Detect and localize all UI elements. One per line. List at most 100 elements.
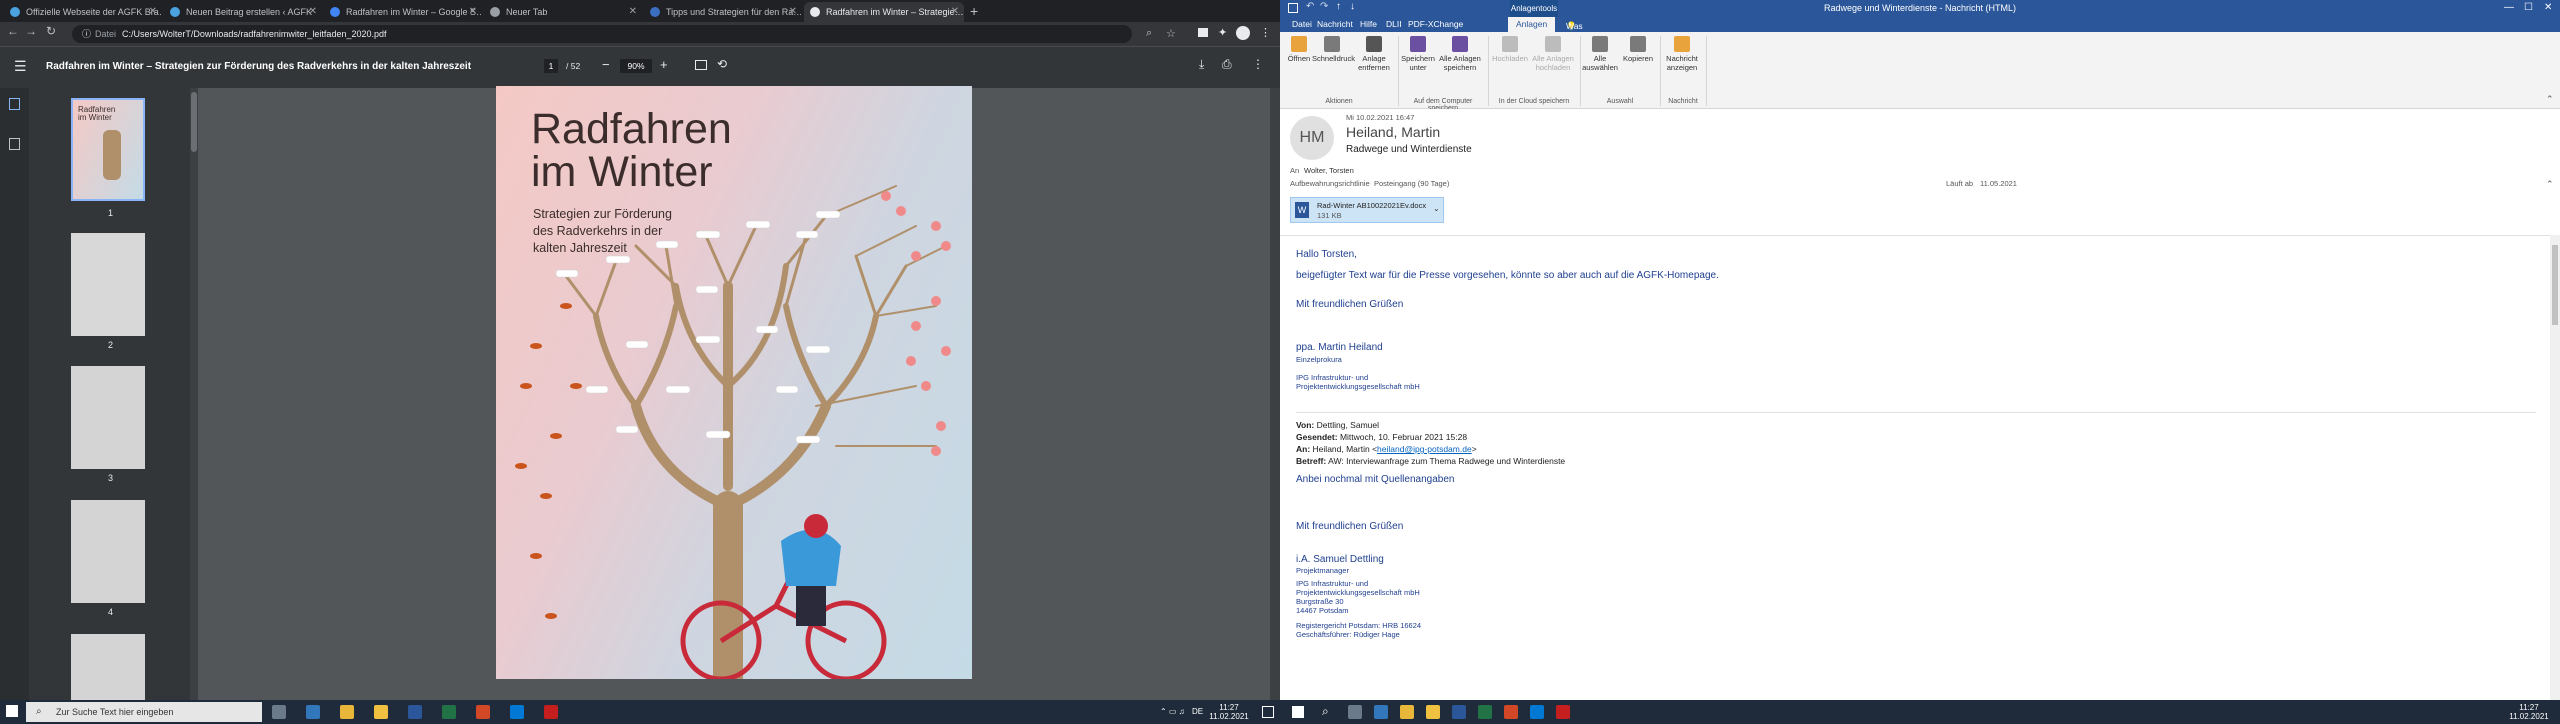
closing: Mit freundlichen Grüßen [1296,299,1404,310]
taskbar-clock[interactable]: 11:27 11.02.2021 [1204,703,1254,721]
select-all-button[interactable]: Alle auswählen [1582,34,1618,72]
notifications-icon[interactable] [1262,706,1274,718]
tab-anlagen[interactable]: Anlagen [1508,17,1556,32]
tab-dlii[interactable]: DLII [1386,19,1402,29]
back-icon[interactable]: ← [4,24,22,38]
open-button[interactable]: Öffnen [1286,34,1312,63]
attachment-chip[interactable]: W Rad-Winter AB10022021Ev.docx 131 KB ⌄ [1290,197,1444,223]
email-link[interactable]: heiland@ipg-potsdam.de [1377,444,1472,454]
reload-icon[interactable]: ↻ [42,24,60,38]
tab-hilfe[interactable]: Hilfe [1360,19,1377,29]
more-icon[interactable]: ⋮ [1252,57,1264,71]
search-icon[interactable]: ⌕ [1322,704,1329,719]
explorer-icon[interactable] [374,705,388,719]
new-tab-button[interactable]: + [970,3,978,19]
scrollbar-thumb[interactable] [191,92,197,152]
tab-pdf-xchange[interactable]: PDF-XChange [1408,19,1463,29]
download-icon[interactable]: ⤓ [1199,57,1204,72]
powerpoint-icon[interactable] [1504,705,1518,719]
close-icon[interactable]: ✕ [2544,2,2552,13]
address-bar[interactable]: ⓘ Datei C:/Users/WolterT/Downloads/radfahr… [72,25,1132,43]
profile-avatar[interactable] [1236,26,1250,40]
close-icon[interactable]: ✕ [789,2,797,22]
excel-icon[interactable] [1478,705,1492,719]
powerpoint-icon[interactable] [476,705,490,719]
close-icon[interactable]: ✕ [469,2,477,22]
maximize-icon[interactable]: ☐ [2524,2,2533,13]
rotate-icon[interactable]: ⟲ [717,57,727,71]
tab-nachricht[interactable]: Nachricht [1317,19,1353,29]
extension-icon[interactable] [1198,28,1208,37]
chevron-down-icon[interactable]: ⌄ [1433,204,1440,213]
fit-page-icon[interactable] [695,60,707,70]
thumbnail-page[interactable] [71,500,145,603]
forward-icon[interactable]: → [22,24,40,38]
chrome-icon[interactable] [1400,705,1414,719]
minimize-icon[interactable]: — [2504,2,2514,13]
outlook-icon[interactable] [1530,705,1544,719]
quoted-sent: Gesendet: Mittwoch, 10. Februar 2021 15:… [1296,432,1467,442]
explorer-icon[interactable] [1426,705,1440,719]
page-number-input[interactable]: 1 [544,59,558,73]
print-icon[interactable]: ⎙ [1222,57,1232,72]
zoom-icon[interactable]: ⌕ [1146,27,1152,40]
star-icon[interactable]: ☆ [1166,27,1176,40]
pdf-app-icon[interactable] [544,705,558,719]
to-value[interactable]: Wolter, Torsten [1304,166,1354,175]
zoom-in-icon[interactable]: + [660,57,668,72]
collapse-header-icon[interactable]: ⌃ [2546,179,2554,190]
save-all-attachments-button[interactable]: Alle Anlagen speichern [1436,34,1484,72]
browser-tab[interactable]: Offizielle Webseite der AGFK Bra… ✕ [4,2,162,22]
save-as-button[interactable]: Speichern unter [1400,34,1436,72]
thumbnail-page[interactable]: Radfahren im Winter [71,98,145,201]
puzzle-icon[interactable]: ✦ [1218,26,1227,39]
windows-start-icon[interactable] [6,705,18,717]
copy-button[interactable]: Kopieren [1620,34,1656,63]
browser-tab[interactable]: Neuer Tab ✕ [484,2,642,22]
close-icon[interactable]: ✕ [309,2,317,22]
thumbnail-page[interactable] [71,233,145,336]
taskbar-search[interactable]: ⌕ Zur Suche Text hier eingeben [26,702,262,722]
remove-attachment-button[interactable]: Anlage entfernen [1356,34,1392,72]
browser-tab[interactable]: Tipps und Strategien für den Ra… ✕ [644,2,802,22]
show-message-button[interactable]: Nachricht anzeigen [1662,34,1702,72]
quick-print-button[interactable]: Schnelldruck [1312,34,1355,63]
close-icon[interactable]: ✕ [629,2,637,22]
outlook-icon[interactable] [510,705,524,719]
chrome-icon[interactable] [340,705,354,719]
tray-icons[interactable]: ⌃ ▭ ♫ [1160,707,1185,716]
browser-tab[interactable]: Neuen Beitrag erstellen ‹ AGFK ✕ [164,2,322,22]
pdf-app-icon[interactable] [1556,705,1570,719]
taskbar-clock[interactable]: 11:27 11.02.2021 [2504,703,2554,721]
word-icon[interactable] [408,705,422,719]
collapse-ribbon-icon[interactable]: ⌃ [2546,94,2554,105]
hamburger-icon[interactable]: ☰ [14,58,27,75]
group-label: Auswahl [1606,98,1634,105]
edge-icon[interactable] [306,705,320,719]
task-view-icon[interactable] [272,705,286,719]
sender-name[interactable]: Heiland, Martin [1346,124,1440,140]
browser-tab-active[interactable]: Radfahren im Winter – Strategie… ✕ [804,2,964,22]
browser-tab[interactable]: Radfahren im Winter – Google S… ✕ [324,2,482,22]
scrollbar-thumb[interactable] [2552,245,2558,325]
thumbnail-scrollbar[interactable] [190,88,198,700]
upload-button[interactable]: Hochladen [1490,34,1530,63]
task-view-icon[interactable] [1348,705,1362,719]
upload-all-button[interactable]: Alle Anlagen hochladen [1530,34,1576,72]
body-scrollbar[interactable] [2550,235,2560,701]
zoom-out-icon[interactable]: − [602,57,610,72]
outline-icon[interactable] [9,138,20,150]
excel-icon[interactable] [442,705,456,719]
language-indicator[interactable]: DE [1192,707,1203,716]
windows-start-icon[interactable] [1292,706,1304,718]
menu-icon[interactable]: ⋮ [1260,26,1271,39]
zoom-input[interactable]: 90% [620,59,652,73]
viewer-scrollbar[interactable] [1270,88,1280,700]
word-icon[interactable] [1452,705,1466,719]
thumbnail-page[interactable] [71,366,145,469]
tab-datei[interactable]: Datei [1292,19,1312,29]
close-icon[interactable]: ✕ [951,2,959,22]
edge-icon[interactable] [1374,705,1388,719]
close-icon[interactable]: ✕ [149,2,157,22]
thumbnails-icon[interactable] [9,98,20,110]
